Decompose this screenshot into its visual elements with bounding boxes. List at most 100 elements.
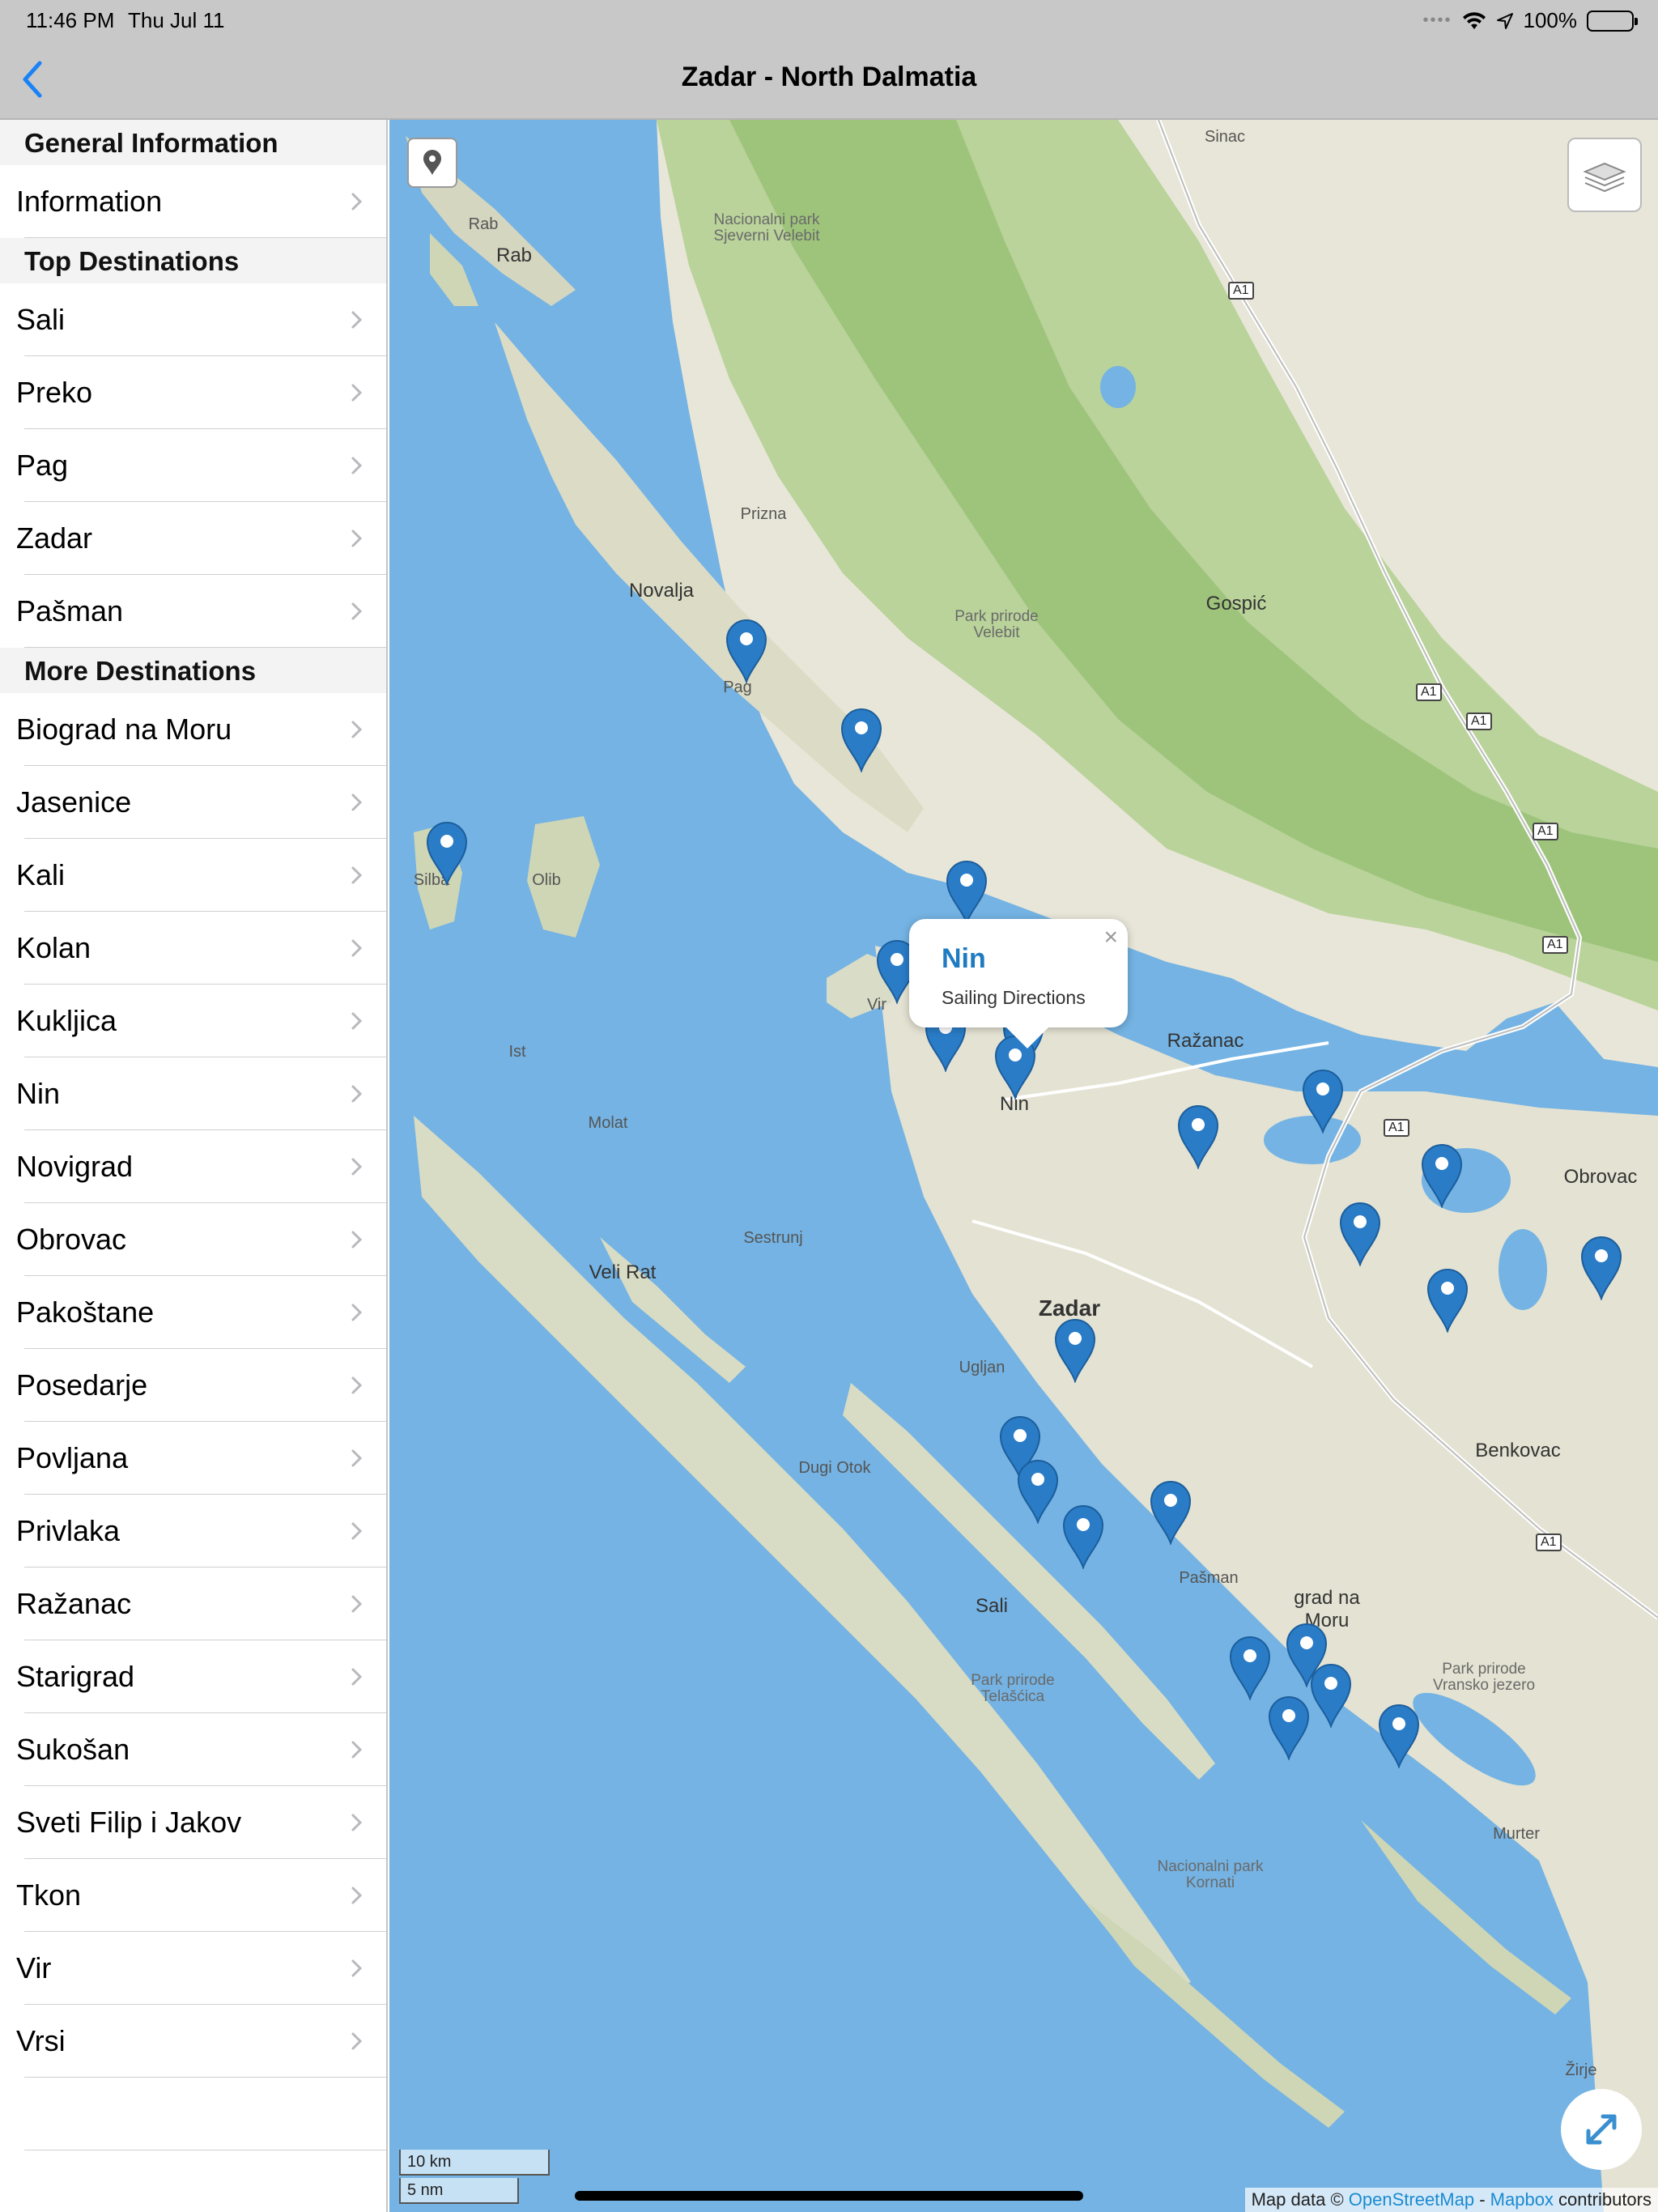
list-item-label: Vir bbox=[16, 1951, 52, 1984]
chevron-right-icon bbox=[351, 1887, 363, 1904]
list-item[interactable]: Vrsi bbox=[0, 2005, 386, 2078]
location-arrow-icon bbox=[1496, 12, 1513, 29]
destination-pin[interactable] bbox=[1266, 1694, 1312, 1760]
section-header-more: More Destinations bbox=[0, 648, 386, 693]
attribution-sep: - bbox=[1474, 2189, 1490, 2210]
section-header-general: General Information bbox=[0, 120, 386, 165]
destination-pin[interactable] bbox=[1015, 1457, 1061, 1524]
close-icon[interactable]: × bbox=[1103, 924, 1118, 951]
list-item[interactable]: Sveti Filip i Jakov bbox=[0, 1786, 386, 1859]
highway-shield: A1 bbox=[1466, 713, 1492, 730]
map-label: Sestrunj bbox=[743, 1229, 803, 1247]
mapbox-link[interactable]: Mapbox bbox=[1490, 2189, 1554, 2210]
list-item[interactable]: Ražanac bbox=[0, 1568, 386, 1640]
list-item[interactable]: Obrovac bbox=[0, 1203, 386, 1276]
destination-pin[interactable] bbox=[944, 858, 989, 925]
list-item[interactable]: Preko bbox=[0, 356, 386, 429]
cellular-dots-icon: •••• bbox=[1422, 11, 1452, 29]
layers-button[interactable] bbox=[1567, 138, 1642, 212]
list-item-label: Vrsi bbox=[16, 2024, 66, 2057]
list-item[interactable]: Biograd na Moru bbox=[0, 693, 386, 766]
list-item-label: Kali bbox=[16, 858, 66, 891]
list-item-label: Pag bbox=[16, 449, 69, 482]
list-item[interactable]: Starigrad bbox=[0, 1640, 386, 1713]
map-label: Molat bbox=[588, 1114, 628, 1132]
destination-pin[interactable] bbox=[1579, 1234, 1624, 1300]
battery-percent: 100% bbox=[1523, 8, 1578, 32]
list-item[interactable]: Sukošan bbox=[0, 1713, 386, 1786]
openstreetmap-link[interactable]: OpenStreetMap bbox=[1349, 2189, 1474, 2210]
destination-pin[interactable] bbox=[1337, 1200, 1383, 1266]
chevron-right-icon bbox=[351, 1158, 363, 1176]
fullscreen-button[interactable] bbox=[1561, 2089, 1642, 2170]
destination-pin[interactable] bbox=[1061, 1503, 1106, 1569]
list-item[interactable]: Nin bbox=[0, 1057, 386, 1130]
list-item[interactable]: Povljana bbox=[0, 1422, 386, 1495]
destination-pin[interactable] bbox=[839, 706, 884, 772]
list-item[interactable]: Tkon bbox=[0, 1859, 386, 1932]
list-item-label: Posedarje bbox=[16, 1368, 148, 1402]
destination-pin[interactable] bbox=[1052, 1317, 1098, 1383]
highway-shield: A1 bbox=[1542, 936, 1568, 954]
map-label: Žirje bbox=[1565, 2061, 1597, 2079]
callout-subtitle[interactable]: Sailing Directions bbox=[942, 987, 1086, 1009]
chevron-right-icon bbox=[351, 939, 363, 957]
list-item-label: Starigrad bbox=[16, 1660, 135, 1693]
list-item[interactable]: Posedarje bbox=[0, 1349, 386, 1422]
list-item-label: Information bbox=[16, 185, 163, 218]
map-label: Obrovac bbox=[1563, 1166, 1638, 1188]
map-label: Park prirode Velebit bbox=[954, 608, 1039, 641]
list-item-label: Sveti Filip i Jakov bbox=[16, 1806, 242, 1839]
chevron-right-icon bbox=[351, 1741, 363, 1759]
destination-pin[interactable] bbox=[1300, 1067, 1346, 1134]
callout-title[interactable]: Nin bbox=[942, 943, 986, 975]
map-label: Park prirode Vransko jezero bbox=[1432, 1661, 1536, 1694]
destination-pin[interactable] bbox=[724, 617, 769, 683]
map-label: Park prirode Telašćica bbox=[971, 1672, 1055, 1705]
list-item-label: Sali bbox=[16, 303, 66, 336]
destination-pin[interactable] bbox=[424, 819, 470, 886]
list-item[interactable]: Vir bbox=[0, 1932, 386, 2005]
list-item[interactable]: Zadar bbox=[0, 502, 386, 575]
chevron-right-icon bbox=[351, 1959, 363, 1977]
list-item[interactable]: Pakoštane bbox=[0, 1276, 386, 1349]
top-bar: 11:46 PM Thu Jul 11 •••• 100% Zadar - No… bbox=[0, 0, 1658, 120]
chevron-right-icon bbox=[351, 1376, 363, 1394]
destination-pin[interactable] bbox=[1175, 1103, 1221, 1169]
list-item[interactable]: Sali bbox=[0, 283, 386, 356]
list-item[interactable]: Kukljica bbox=[0, 985, 386, 1057]
attribution-suffix: contributors bbox=[1553, 2189, 1652, 2210]
highway-shield: A1 bbox=[1416, 683, 1442, 701]
list-item[interactable]: Pag bbox=[0, 429, 386, 502]
sidebar: General Information Information Top Dest… bbox=[0, 120, 388, 2212]
list-item[interactable]: Pašman bbox=[0, 575, 386, 648]
chevron-right-icon bbox=[351, 793, 363, 811]
home-indicator[interactable] bbox=[575, 2191, 1083, 2201]
map-callout[interactable]: Nin Sailing Directions × bbox=[909, 919, 1128, 1049]
list-item[interactable]: Information bbox=[0, 165, 386, 238]
map-label: Ist bbox=[508, 1043, 526, 1061]
destination-pin[interactable] bbox=[1376, 1702, 1422, 1768]
list-item-label: Jasenice bbox=[16, 785, 132, 819]
locate-button[interactable] bbox=[407, 138, 457, 188]
destination-pin[interactable] bbox=[1148, 1478, 1193, 1545]
chevron-right-icon bbox=[351, 384, 363, 402]
highway-shield: A1 bbox=[1384, 1119, 1409, 1137]
list-item[interactable]: Jasenice bbox=[0, 766, 386, 839]
map-label: Ražanac bbox=[1167, 1030, 1244, 1052]
map-label: Olib bbox=[532, 871, 561, 889]
battery-icon bbox=[1587, 10, 1638, 32]
destination-pin[interactable] bbox=[1419, 1142, 1465, 1208]
destination-pin[interactable] bbox=[1308, 1661, 1354, 1728]
list-item[interactable]: Kali bbox=[0, 839, 386, 912]
map-view[interactable]: Sinac Rab Rab Nacionalni park Sjeverni V… bbox=[389, 120, 1658, 2212]
empty-row bbox=[0, 2078, 386, 2150]
list-item-label: Nin bbox=[16, 1077, 61, 1110]
destination-pin[interactable] bbox=[1425, 1266, 1470, 1333]
list-item[interactable]: Novigrad bbox=[0, 1130, 386, 1203]
list-item[interactable]: Kolan bbox=[0, 912, 386, 985]
list-item[interactable]: Privlaka bbox=[0, 1495, 386, 1568]
destination-pin[interactable] bbox=[1227, 1634, 1273, 1700]
status-bar: 11:46 PM Thu Jul 11 •••• 100% bbox=[0, 6, 1658, 39]
map-label: Benkovac bbox=[1475, 1440, 1561, 1461]
